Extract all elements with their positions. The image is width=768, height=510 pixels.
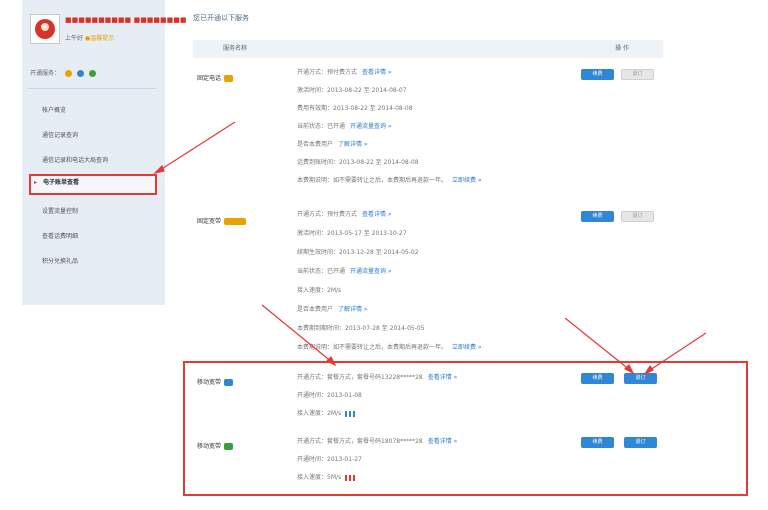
arrow-to-button-2 xyxy=(646,332,707,373)
arrow-head xyxy=(623,363,635,375)
arrow-to-menu xyxy=(156,121,236,173)
annotation-arrows xyxy=(153,121,707,376)
arrow-head xyxy=(325,355,337,367)
arrow-to-button xyxy=(564,317,632,372)
arrow-to-highlight xyxy=(261,304,334,364)
arrow-head xyxy=(153,164,165,175)
arrow-head xyxy=(643,364,654,376)
